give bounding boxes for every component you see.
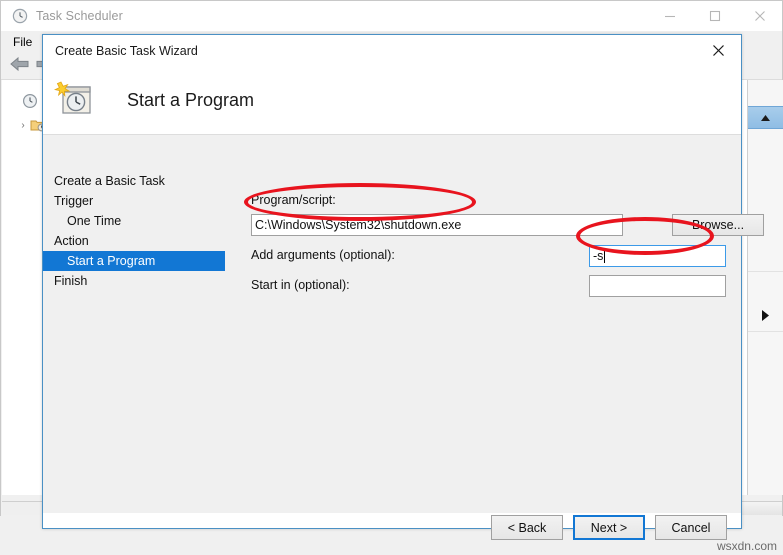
scroll-up-arrow-icon[interactable] [748, 106, 783, 129]
cancel-button-label: Cancel [671, 520, 711, 535]
wizard-step-one-time[interactable]: One Time [43, 211, 225, 231]
text-cursor [604, 249, 606, 263]
screenshot-root: Task Scheduler File › wsxdn.com Create B… [0, 0, 783, 555]
add-arguments-input[interactable]: -s [589, 245, 726, 267]
main-titlebar: Task Scheduler [1, 1, 782, 31]
wizard-step-start-a-program[interactable]: Start a Program [43, 251, 225, 271]
wizard-step-action[interactable]: Action [43, 231, 225, 251]
wizard-step-create-a-basic-task[interactable]: Create a Basic Task [43, 171, 225, 191]
wizard-step-label: One Time [67, 214, 122, 228]
new-task-clock-icon [53, 80, 97, 120]
panel-divider [748, 271, 783, 272]
dialog-body: Create a Basic Task Trigger One Time Act… [43, 134, 764, 540]
wizard-step-label: Trigger [54, 194, 94, 208]
expand-right-triangle-icon[interactable] [759, 308, 771, 322]
wizard-step-nav: Create a Basic Task Trigger One Time Act… [43, 171, 225, 291]
clock-icon [22, 93, 38, 109]
program-script-label: Program/script: [251, 193, 336, 207]
panel-divider [748, 331, 783, 332]
chevron-right-icon[interactable]: › [16, 120, 30, 131]
back-arrow-icon[interactable] [9, 55, 31, 78]
maximize-icon[interactable] [692, 1, 737, 31]
actions-panel-strip [747, 80, 783, 495]
start-in-input[interactable] [589, 275, 726, 297]
wizard-step-label: Finish [54, 274, 88, 288]
main-window-title: Task Scheduler [36, 9, 123, 23]
wizard-step-finish[interactable]: Finish [43, 271, 225, 291]
browse-button[interactable]: Browse... [672, 214, 764, 236]
wizard-step-label: Create a Basic Task [54, 174, 165, 188]
add-arguments-label: Add arguments (optional): [251, 248, 395, 262]
wizard-step-label: Start a Program [67, 254, 156, 268]
clock-icon [12, 8, 28, 24]
next-button[interactable]: Next > [573, 515, 645, 540]
start-in-label: Start in (optional): [251, 278, 350, 292]
menu-item-file[interactable]: File [5, 33, 40, 51]
wizard-step-label: Action [54, 234, 89, 248]
dialog-title: Create Basic Task Wizard [55, 43, 198, 58]
cancel-button[interactable]: Cancel [655, 515, 727, 540]
dialog-header: Start a Program [43, 66, 741, 134]
dialog-titlebar: Create Basic Task Wizard [43, 35, 741, 66]
main-window-controls [647, 1, 782, 31]
dialog-header-title: Start a Program [127, 89, 255, 110]
program-script-input[interactable]: C:\Windows\System32\shutdown.exe [251, 214, 623, 236]
minimize-icon[interactable] [647, 1, 692, 31]
create-basic-task-wizard-dialog: Create Basic Task Wizard Start a Program… [42, 34, 764, 540]
back-button[interactable]: < Back [491, 515, 563, 540]
add-arguments-value: -s [593, 249, 604, 263]
watermark: wsxdn.com [716, 539, 777, 553]
wizard-step-trigger[interactable]: Trigger [43, 191, 225, 211]
back-button-label: < Back [507, 520, 547, 535]
next-button-label: Next > [590, 520, 628, 535]
browse-button-label: Browse... [691, 218, 745, 232]
close-icon[interactable] [695, 35, 741, 65]
close-icon[interactable] [737, 1, 782, 31]
program-script-value: C:\Windows\System32\shutdown.exe [255, 218, 462, 232]
